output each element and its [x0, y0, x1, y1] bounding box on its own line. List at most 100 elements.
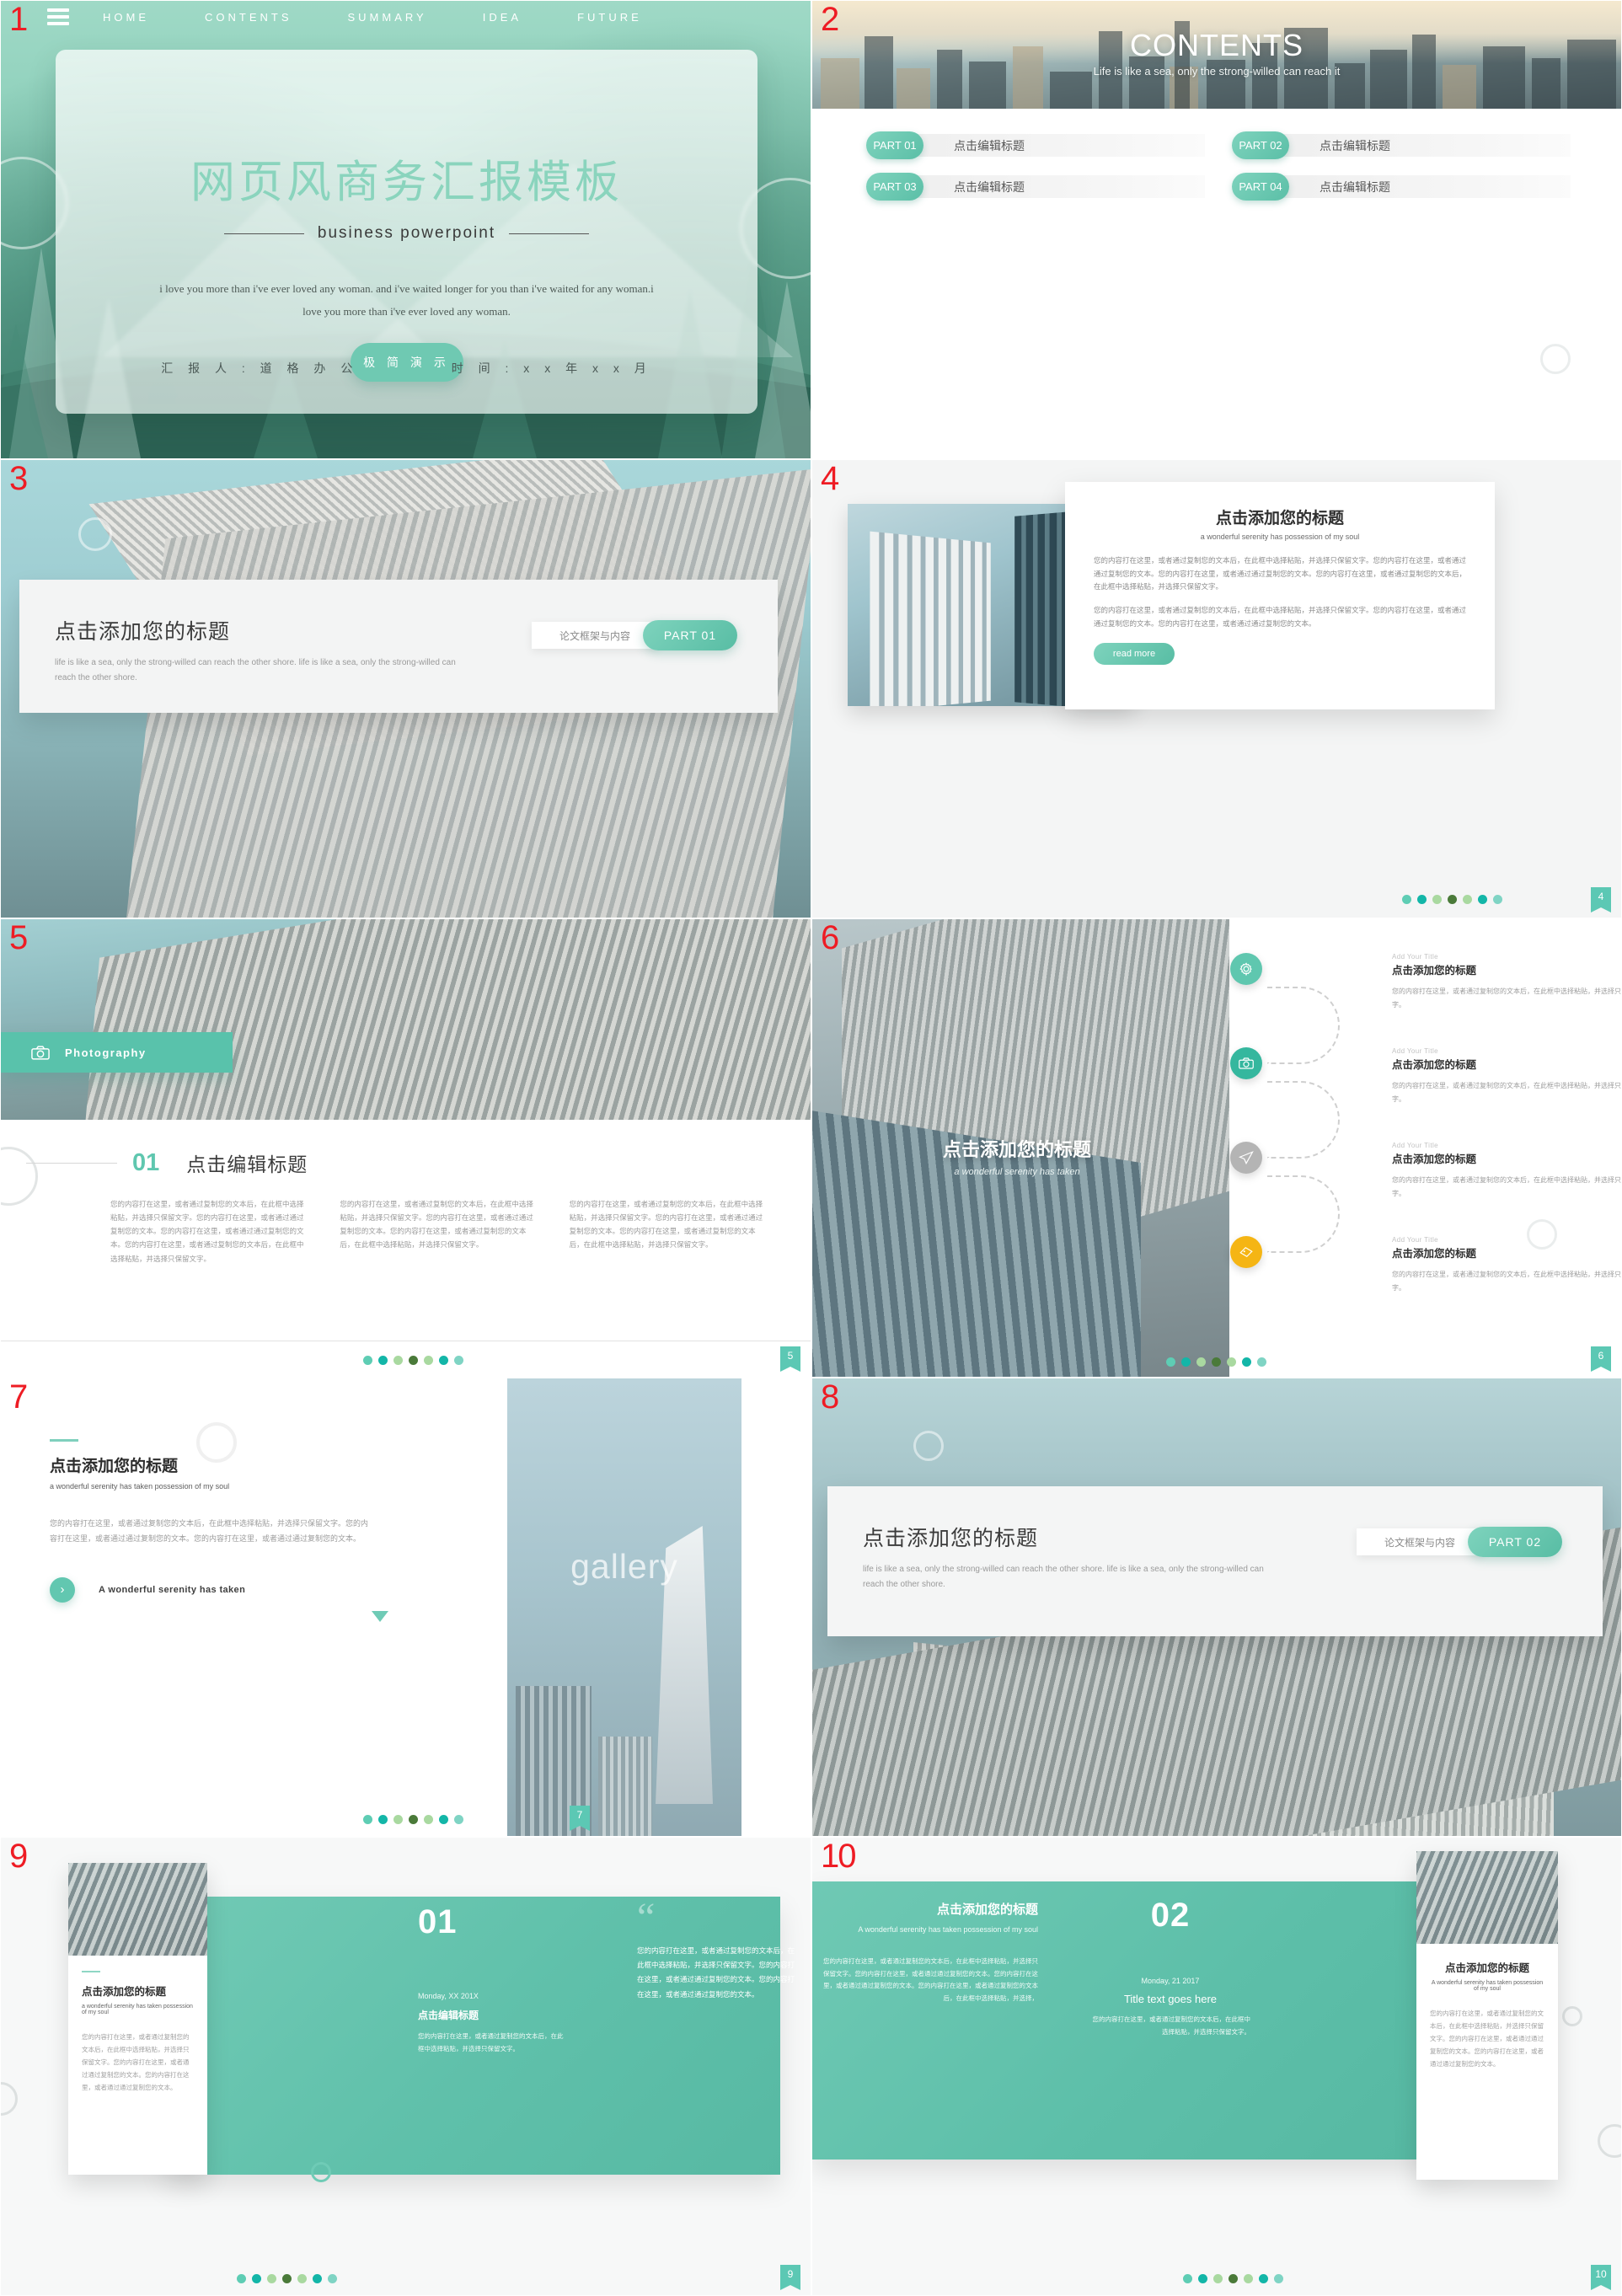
step-title: 点击添加您的标题 — [1392, 965, 1477, 977]
band-text-block: 点击添加您的标题 A wonderful serenity has taken … — [819, 1900, 1038, 2005]
band-index-block: 01 Monday, XX 201X 点击编辑标题 您的内容打在这里，或者通过复… — [418, 1903, 565, 2055]
band-title: 点击添加您的标题 — [936, 1903, 1038, 1917]
part-tag: PART 01 — [866, 131, 923, 159]
camera-icon — [31, 1045, 50, 1060]
card-title: 点击添加您的标题 — [1215, 510, 1344, 527]
gallery-photo: gallery — [507, 1378, 741, 1836]
timeline-step-3[interactable]: Add Your Title 点击添加您的标题 您的内容打在这里，或者通过复制您… — [1230, 1142, 1621, 1200]
presenter-meta: 汇 报 人 : 道 格 办 公 时 间 : x x 年 x x 月 — [56, 360, 757, 377]
slide-4[interactable]: 点击添加您的标题 a wonderful serenity has posses… — [811, 459, 1622, 918]
slide-1[interactable]: HOME CONTENTS SUMMARY IDEA FUTURE 网页风商务汇… — [0, 0, 811, 459]
hamburger-menu-icon[interactable] — [47, 8, 69, 25]
facade-photo — [1, 919, 811, 1120]
page-dots[interactable] — [1183, 2274, 1283, 2283]
section-label-button[interactable]: 论文框架与内容 — [532, 622, 658, 649]
body-column-3: 您的内容打在这里，或者通过复制您的文本后，在此框中选择粘贴，并选择只保留文字。您… — [569, 1200, 763, 1250]
headline-panel: 点击添加您的标题 life is like a sea, only the st… — [19, 580, 778, 713]
slide-deck-contact-sheet: HOME CONTENTS SUMMARY IDEA FUTURE 网页风商务汇… — [0, 0, 1622, 2296]
timeline: Add Your Title 点击添加您的标题 您的内容打在这里，或者通过复制您… — [1230, 938, 1621, 1358]
page-number-badge: 5 — [780, 1346, 800, 1372]
photography-label: Photography — [1, 1032, 233, 1073]
decorative-ring — [1598, 2124, 1621, 2158]
contents-title: CONTENTS — [1130, 28, 1303, 62]
nav-item-home[interactable]: HOME — [103, 11, 149, 24]
slide-6[interactable]: 点击添加您的标题 a wonderful serenity has taken … — [811, 918, 1622, 1378]
nav-item-contents[interactable]: CONTENTS — [205, 11, 292, 24]
section-button-group[interactable]: 论文框架与内容 PART 01 — [532, 620, 737, 650]
slide-2[interactable]: CONTENTS Life is like a sea, only the st… — [811, 0, 1622, 459]
page-dots[interactable] — [1166, 1357, 1266, 1367]
read-more-button[interactable]: read more — [1094, 642, 1175, 665]
quote-body: 您的内容打在这里，或者通过复制您的文本后，在此框中选择粘贴，并选择只保留文字。您… — [637, 1945, 795, 1999]
slide-10[interactable]: 点击添加您的标题 A wonderful serenity has taken … — [811, 1837, 1622, 2296]
slide-title: 点击添加您的标题 — [942, 1139, 1091, 1160]
slide-headline-block: 点击添加您的标题 a wonderful serenity has taken — [819, 1135, 1215, 1177]
slide-index-9: 9 — [9, 1838, 29, 1875]
body-column-2: 您的内容打在这里，或者通过复制您的文本后，在此框中选择粘贴，并选择只保留文字。您… — [340, 1200, 533, 1250]
nav-item-idea[interactable]: IDEA — [483, 11, 522, 24]
band-body: 您的内容打在这里，或者通过复制您的文本后，在此框中选择粘贴，并选择只保留文字。 — [418, 2032, 564, 2052]
band-body: 您的内容打在这里，或者通过复制您的文本后，在此框中选择粘贴，并选择只保留文字。您… — [823, 1957, 1038, 2002]
slide-5[interactable]: Photography 01 点击编辑标题 您的内容打在这里，或者通过复制您的文… — [0, 918, 811, 1378]
slide-index-7: 7 — [9, 1378, 29, 1416]
section-index: 01 — [132, 1148, 160, 1176]
slide-index-5: 5 — [9, 919, 29, 956]
slide-index-2: 2 — [821, 1, 840, 38]
page-dots[interactable] — [363, 1356, 463, 1365]
timeline-step-4[interactable]: Add Your Title 点击添加您的标题 您的内容打在这里，或者通过复制您… — [1230, 1236, 1622, 1294]
text-column: 点击添加您的标题 a wonderful serenity has taken … — [50, 1439, 370, 1603]
accent-rule — [50, 1439, 78, 1442]
accent-band: 点击添加您的标题 A wonderful serenity has taken … — [812, 1881, 1461, 2160]
section-part-pill[interactable]: PART 01 — [643, 620, 737, 650]
send-icon — [1230, 1142, 1262, 1174]
part-tag: PART 02 — [1232, 131, 1289, 159]
slide-description: life is like a sea, only the strong-will… — [863, 1565, 1264, 1589]
contents-list: PART 01 点击编辑标题 PART 02 点击编辑标题 PART 03 点击… — [866, 131, 1571, 201]
timeline-step-1[interactable]: Add Your Title 点击添加您的标题 您的内容打在这里，或者通过复制您… — [1230, 953, 1621, 1011]
card-body: 您的内容打在这里，或者通过复制您的文本后，在此框中选择粘贴，并选择只保留文字。您… — [1430, 2010, 1544, 2068]
next-cta-label: A wonderful serenity has taken — [99, 1584, 246, 1595]
white-content-card: 点击添加您的标题 a wonderful serenity has taken … — [68, 1863, 207, 2175]
tag-icon — [1230, 1236, 1262, 1268]
contents-subtitle: Life is like a sea, only the strong-will… — [1093, 65, 1341, 78]
chevron-right-icon: › — [50, 1576, 75, 1603]
camera-icon — [1230, 1047, 1262, 1079]
slide-8[interactable]: 点击添加您的标题 life is like a sea, only the st… — [811, 1378, 1622, 1837]
slide-index-3: 3 — [9, 460, 29, 497]
step-body: 您的内容打在这里，或者通过复制您的文本后，在此框中选择粘贴，并选择只保留文字。 — [1392, 1271, 1622, 1292]
section-button-group[interactable]: 论文框架与内容 PART 02 — [1357, 1527, 1562, 1557]
band-index-block: 02 Monday, 21 2017 Title text goes here … — [1090, 1897, 1251, 2038]
white-content-card: 点击添加您的标题 A wonderful serenity has taken … — [1416, 1851, 1558, 2180]
step-eyebrow: Add Your Title — [1392, 953, 1438, 961]
section-heading-row: 01 点击编辑标题 — [1, 1148, 811, 1177]
section-part-pill[interactable]: PART 02 — [1468, 1527, 1562, 1557]
contents-item-part01[interactable]: PART 01 点击编辑标题 — [866, 131, 1205, 159]
page-dots[interactable] — [363, 1815, 463, 1824]
card-title: 点击添加您的标题 — [82, 1986, 167, 1998]
deck-title: 网页风商务汇报模板 — [190, 158, 623, 207]
presentation-date: 时 间 : x x 年 x x 月 — [451, 361, 652, 375]
decorative-ring — [1562, 2006, 1582, 2026]
slide-3[interactable]: 点击添加您的标题 life is like a sea, only the st… — [0, 459, 811, 918]
part-title: 点击编辑标题 — [954, 138, 1025, 153]
next-cta[interactable]: › A wonderful serenity has taken — [50, 1576, 370, 1603]
section-label-button[interactable]: 论文框架与内容 — [1357, 1528, 1483, 1555]
nav-item-summary[interactable]: SUMMARY — [348, 11, 427, 24]
top-navigation[interactable]: HOME CONTENTS SUMMARY IDEA FUTURE — [1, 1, 811, 33]
page-dots[interactable] — [1402, 895, 1502, 904]
slide-title: 点击添加您的标题 — [50, 1458, 179, 1475]
page-dots[interactable] — [237, 2274, 337, 2283]
slide-body: 您的内容打在这里，或者通过复制您的文本后，在此框中选择粘贴，并选择只保留文字。您… — [50, 1519, 369, 1544]
content-card: 点击添加您的标题 a wonderful serenity has posses… — [1065, 482, 1495, 709]
subtitle-divider: business powerpoint — [56, 224, 757, 243]
intro-quote: i love you more than i've ever loved any… — [159, 282, 654, 318]
contents-item-part04[interactable]: PART 04 点击编辑标题 — [1232, 173, 1571, 201]
timeline-step-2[interactable]: Add Your Title 点击添加您的标题 您的内容打在这里，或者通过复制您… — [1230, 1047, 1621, 1105]
title-card: 网页风商务汇报模板 business powerpoint i love you… — [56, 50, 757, 414]
contents-item-part02[interactable]: PART 02 点击编辑标题 — [1232, 131, 1571, 159]
slide-7[interactable]: 点击添加您的标题 a wonderful serenity has taken … — [0, 1378, 811, 1837]
page-number-badge: 10 — [1591, 2265, 1611, 2290]
nav-item-future[interactable]: FUTURE — [577, 11, 642, 24]
slide-9[interactable]: 01 Monday, XX 201X 点击编辑标题 您的内容打在这里，或者通过复… — [0, 1837, 811, 2296]
contents-item-part03[interactable]: PART 03 点击编辑标题 — [866, 173, 1205, 201]
